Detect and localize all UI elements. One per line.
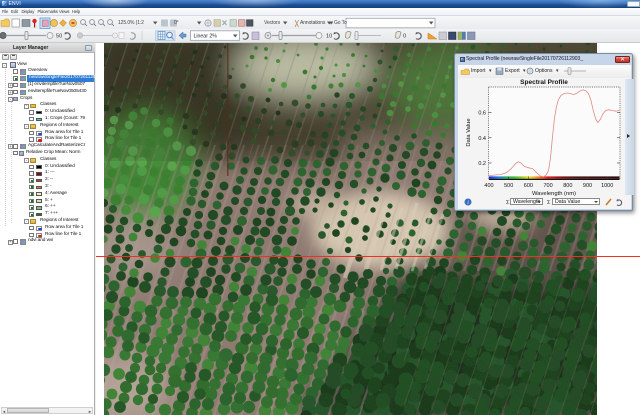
- svg-text:800: 800: [563, 183, 572, 189]
- svg-text:0.2: 0.2: [478, 161, 486, 167]
- svg-text:1000: 1000: [601, 183, 613, 189]
- svg-text:600: 600: [524, 183, 533, 189]
- svg-text:700: 700: [544, 183, 553, 189]
- svg-text:50: 50: [56, 34, 62, 40]
- svg-text:400: 400: [484, 183, 493, 189]
- svg-text:10: 10: [326, 34, 332, 40]
- svg-text:Data Value: Data Value: [466, 118, 472, 146]
- svg-text:900: 900: [583, 183, 592, 189]
- svg-text:0: 0: [403, 34, 406, 40]
- svg-text:500: 500: [504, 183, 513, 189]
- svg-text:0.6: 0.6: [478, 110, 486, 116]
- svg-text:0.4: 0.4: [478, 136, 486, 142]
- svg-text:Σ: Σ: [547, 200, 551, 206]
- svg-text:Linear 2%: Linear 2%: [194, 33, 218, 39]
